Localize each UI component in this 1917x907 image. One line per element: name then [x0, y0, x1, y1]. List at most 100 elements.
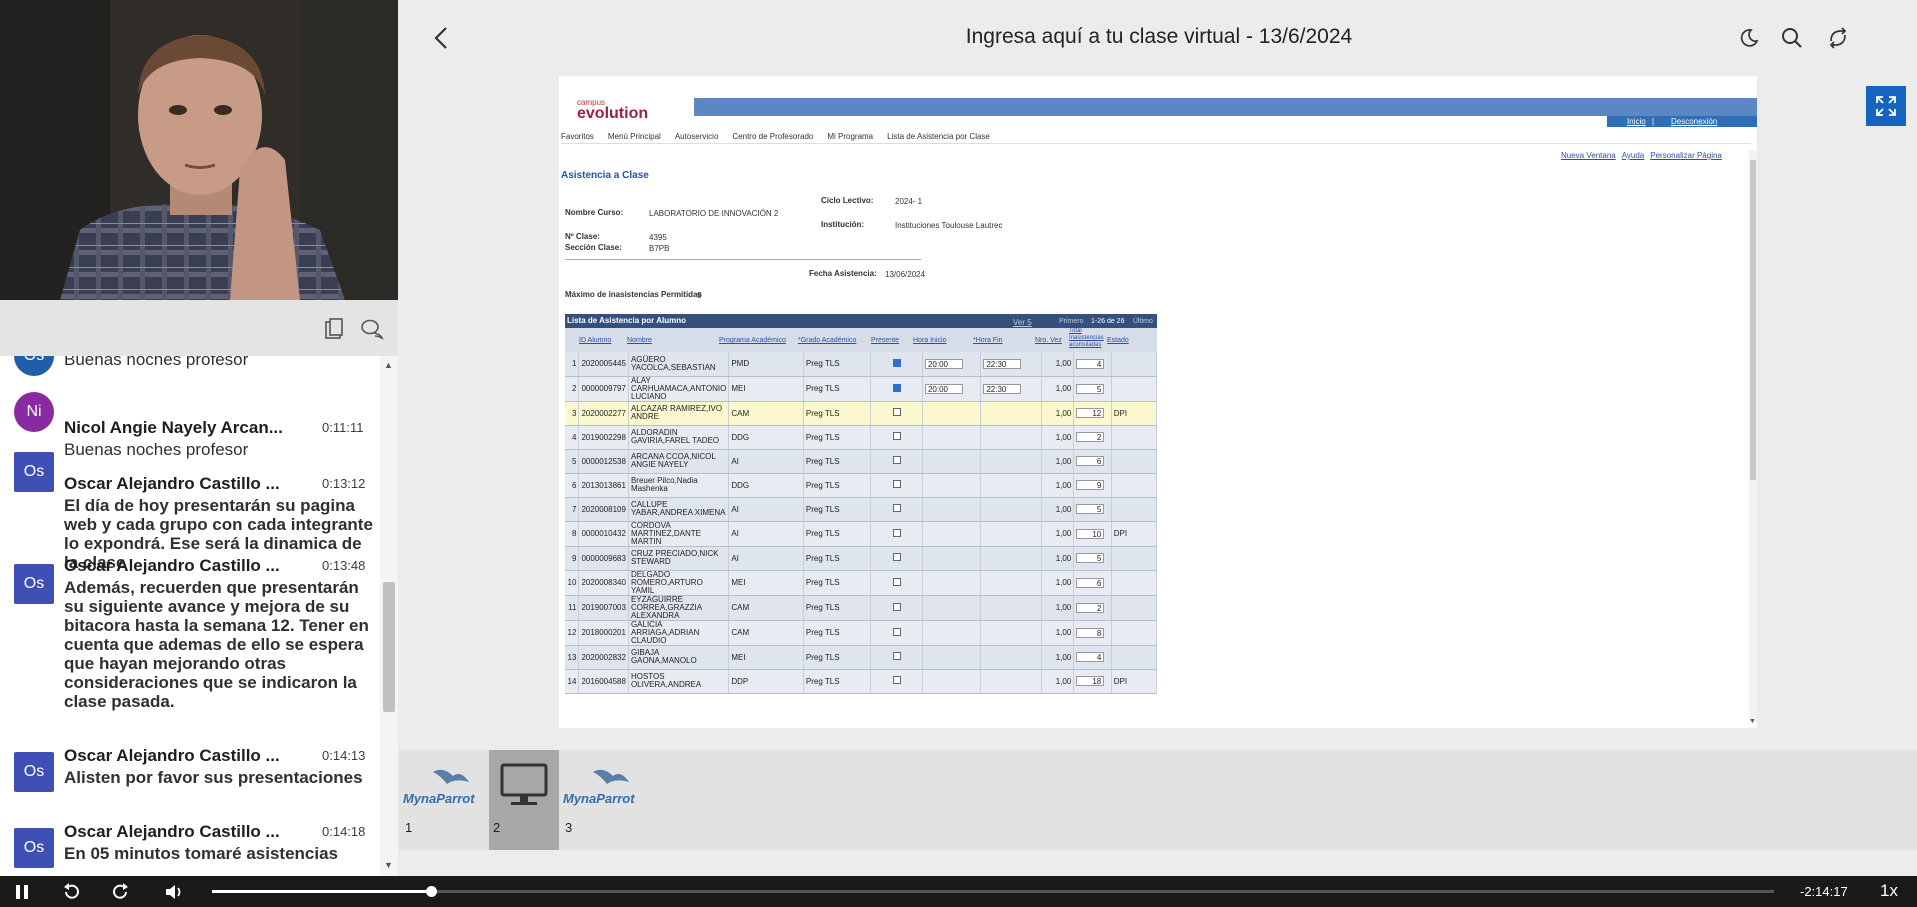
- speed-button[interactable]: 1x: [1880, 881, 1898, 901]
- time-input[interactable]: 20:00: [924, 383, 963, 394]
- total-cell: 12: [1073, 401, 1112, 426]
- help-link[interactable]: Ayuda: [1622, 151, 1645, 160]
- col-status[interactable]: Estado: [1107, 337, 1129, 344]
- total-absences-input[interactable]: 6: [1076, 577, 1105, 588]
- present-cell: [870, 401, 923, 426]
- chat-bubbles-icon[interactable]: [360, 318, 384, 345]
- table-row: 13 2020002832 GIBAJA GAONA,MANOLO MEI Preg T…: [565, 645, 1158, 670]
- table-cell-n: 12: [565, 620, 580, 646]
- forward-icon[interactable]: [112, 883, 130, 906]
- present-checkbox[interactable]: [892, 383, 901, 392]
- present-checkbox[interactable]: [892, 504, 901, 512]
- col-grade[interactable]: *Grado Académico: [798, 337, 856, 344]
- time-input[interactable]: 20:00: [924, 358, 963, 369]
- total-absences-input[interactable]: 6: [1076, 456, 1105, 466]
- new-window-link[interactable]: Nueva Ventana: [1561, 151, 1616, 160]
- total-absences-input[interactable]: 4: [1076, 652, 1105, 662]
- col-id[interactable]: ID Alumno: [579, 337, 611, 344]
- search-icon[interactable]: [1781, 27, 1803, 54]
- present-checkbox[interactable]: [892, 408, 901, 416]
- col-start[interactable]: Hora Inicio: [913, 337, 946, 344]
- present-checkbox[interactable]: [892, 528, 901, 537]
- fullscreen-icon[interactable]: [1866, 86, 1906, 126]
- total-cell: 5: [1073, 546, 1112, 571]
- back-icon[interactable]: [433, 26, 449, 55]
- scroll-down-icon[interactable]: ▼: [1749, 718, 1756, 725]
- breadcrumb-item[interactable]: Menú Principal: [608, 132, 661, 143]
- total-absences-input[interactable]: 5: [1076, 383, 1105, 394]
- total-absences-input[interactable]: 5: [1076, 504, 1105, 514]
- swap-layout-icon[interactable]: [1827, 27, 1849, 54]
- breadcrumb-item[interactable]: Centro de Profesorado: [732, 132, 813, 143]
- present-checkbox[interactable]: [892, 652, 901, 660]
- table-cell-estado: [1111, 620, 1158, 646]
- table-cell-grado: Preg TLS: [803, 449, 872, 474]
- chat-scrollbar[interactable]: ▲ ▼: [380, 356, 398, 876]
- time-cell: [922, 546, 982, 571]
- total-absences-input[interactable]: 10: [1076, 528, 1105, 539]
- total-absences-input[interactable]: 2: [1076, 432, 1105, 442]
- col-name[interactable]: Nombre: [627, 337, 652, 344]
- present-checkbox[interactable]: [892, 456, 901, 464]
- time-input[interactable]: 22:30: [983, 358, 1022, 369]
- breadcrumb-item[interactable]: Favoritos: [561, 132, 594, 143]
- col-present[interactable]: Presente: [871, 337, 899, 344]
- total-absences-input[interactable]: 8: [1076, 627, 1105, 638]
- table-cell-n: 2: [565, 376, 580, 402]
- chat-scrollbar-thumb[interactable]: [383, 582, 395, 712]
- progress-handle[interactable]: [425, 886, 437, 897]
- scroll-up-icon[interactable]: ▲: [384, 360, 393, 370]
- customize-page-link[interactable]: Personalizar Página: [1650, 151, 1722, 160]
- present-checkbox[interactable]: [892, 553, 901, 561]
- present-checkbox[interactable]: [892, 627, 901, 636]
- table-row: 11 2019007003 EYZAGUIRRE CORREA,GRAZZIA AL…: [565, 595, 1158, 621]
- table-cell-vez: 1,00: [1041, 425, 1075, 450]
- table-cell-prog: MEI: [728, 645, 804, 670]
- view-all-link[interactable]: Ver 5: [1013, 318, 1032, 327]
- breadcrumb-item[interactable]: Mi Programa: [827, 132, 873, 143]
- present-checkbox[interactable]: [892, 480, 901, 488]
- table-cell-id: 2020005445: [578, 352, 629, 377]
- thumbnail-1[interactable]: MynaParrot 1: [401, 750, 489, 850]
- total-absences-input[interactable]: 12: [1076, 408, 1105, 418]
- class-label: Nº Clase:: [565, 232, 600, 241]
- thumbnail-2[interactable]: 2: [489, 750, 559, 850]
- table-row: 4 2019002298 ALDORADIN GAVIRIA,FAREL TADEO…: [565, 425, 1158, 450]
- scroll-down-icon[interactable]: ▼: [384, 860, 393, 870]
- col-total[interactable]: Total Inasistencias acumuladas: [1069, 328, 1109, 349]
- breadcrumb-item[interactable]: Autoservicio: [675, 132, 719, 143]
- moon-icon[interactable]: [1739, 28, 1759, 53]
- pause-icon[interactable]: [14, 884, 30, 905]
- total-absences-input[interactable]: 18: [1076, 676, 1105, 686]
- col-count[interactable]: Nro. Vez: [1035, 337, 1062, 344]
- total-absences-input[interactable]: 2: [1076, 602, 1105, 613]
- thumbnail-3[interactable]: MynaParrot 3: [561, 750, 649, 850]
- avatar: Os: [14, 356, 54, 376]
- table-cell-estado: [1111, 570, 1158, 596]
- present-checkbox[interactable]: [892, 676, 901, 684]
- header-bar: [694, 98, 1757, 116]
- col-end[interactable]: *Hora Fin: [973, 337, 1003, 344]
- present-checkbox[interactable]: [892, 577, 901, 586]
- rewind-icon[interactable]: [62, 883, 80, 906]
- total-absences-input[interactable]: 9: [1076, 480, 1105, 490]
- logout-link[interactable]: Desconexión: [1671, 117, 1717, 126]
- total-cell: 2: [1073, 425, 1112, 450]
- clipboard-icon[interactable]: [324, 318, 344, 345]
- total-cell: 9: [1073, 473, 1112, 498]
- col-program[interactable]: Programa Académico: [719, 337, 786, 344]
- pager-first[interactable]: Primero: [1059, 318, 1084, 325]
- total-absences-input[interactable]: 4: [1076, 358, 1105, 369]
- present-checkbox[interactable]: [892, 432, 901, 440]
- total-absences-input[interactable]: 5: [1076, 553, 1105, 563]
- pager-last[interactable]: Último: [1133, 318, 1153, 325]
- table-row: 3 2020002277 ALCAZAR RAMIREZ,IVO ANDRE CAM P…: [565, 401, 1158, 426]
- progress-track[interactable]: [212, 886, 1774, 897]
- doc-scrollbar[interactable]: [1749, 150, 1757, 722]
- present-checkbox[interactable]: [892, 358, 901, 367]
- brand-logo: campus evolution: [577, 98, 648, 123]
- present-checkbox[interactable]: [892, 602, 901, 611]
- volume-icon[interactable]: [164, 883, 184, 906]
- home-link[interactable]: Inicio: [1627, 117, 1646, 126]
- time-input[interactable]: 22:30: [983, 383, 1022, 394]
